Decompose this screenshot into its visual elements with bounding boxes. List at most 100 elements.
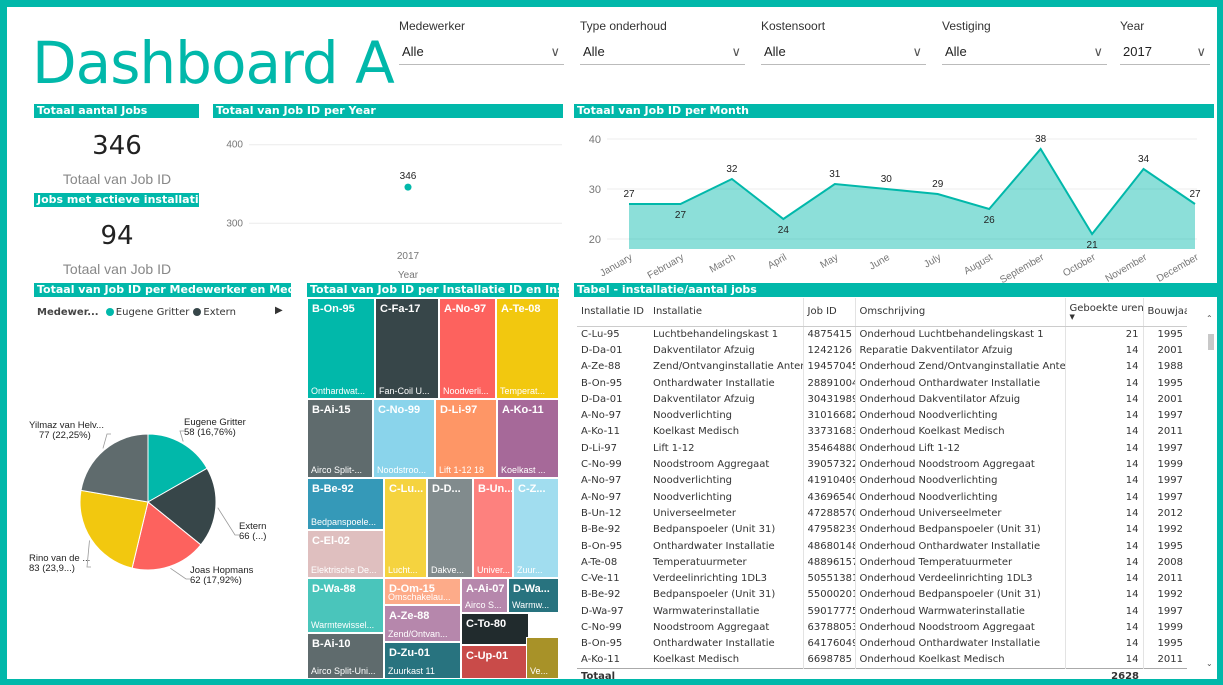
slicer-dropdown-3[interactable]: Alle ∨ (942, 39, 1107, 65)
pie-legend-item-1[interactable]: Extern (193, 307, 236, 318)
treemap-tile-8[interactable]: B-Be-92 Bedpanspoele... (307, 478, 384, 530)
column-header-2[interactable]: Job ID (802, 298, 855, 327)
column-header-3[interactable]: Omschrijving (854, 298, 1065, 327)
treemap-tile-20[interactable]: B-Ai-10 Airco Split-Uni... (307, 633, 384, 679)
column-header-4[interactable]: Geboekte uren ▼ (1064, 298, 1143, 327)
table-row[interactable]: B-On-95 Onthardwater Installatie 64176049 O… (577, 635, 1187, 652)
treemap-tile-3[interactable]: A-Te-08 Temperat... (496, 298, 559, 399)
table-row[interactable]: D-Da-01 Dakventilator Afzuig 1242126 Repara… (577, 342, 1187, 359)
treemap-tile-15[interactable]: A-Ai-07 Airco S... (461, 578, 508, 613)
scrollbar-thumb[interactable] (1208, 334, 1214, 350)
sort-descending-icon[interactable]: ▼ (1070, 314, 1139, 321)
table-row[interactable]: A-No-97 Noodverlichting 43696540 Onderhoud … (577, 488, 1187, 506)
year-chart[interactable]: 400 300 346 2017 Year (207, 119, 567, 281)
pie-legend-label: Extern (203, 307, 236, 318)
treemap-tile-7[interactable]: A-Ko-11 Koelkast ... (497, 399, 559, 478)
column-header-label: Job ID (807, 306, 837, 318)
table-row[interactable]: C-Lu-95 Luchtbehandelingskast 1 4875415 Ond… (577, 326, 1187, 343)
table-row[interactable]: B-Be-92 Bedpanspoeler (Unit 31) 55000201 On… (577, 586, 1187, 604)
treemap-tile-19[interactable]: C-To-80 (461, 613, 529, 645)
card-title-active-installations: Jobs met actieve installatie (34, 193, 199, 207)
treemap-tile-10[interactable]: D-D... Dakve... (427, 478, 473, 578)
treemap-tile-16[interactable]: D-Wa... Warmw... (508, 578, 559, 613)
table-row[interactable]: B-Un-12 Universeelmeter 47288570 Onderhoud … (577, 505, 1187, 522)
slicer-dropdown-1[interactable]: Alle ∨ (580, 39, 745, 65)
treemap-tile-0[interactable]: B-On-95 Onthardwat... (307, 298, 375, 399)
treemap-tile-4[interactable]: B-Ai-15 Airco Split-... (307, 399, 373, 478)
treemap-tile-2[interactable]: A-No-97 Noodverli... (439, 298, 496, 399)
table-row[interactable]: C-No-99 Noodstroom Aggregaat 63788053 Onder… (577, 619, 1187, 636)
table-cell: Onderhoud Dakventilator Afzuig (854, 391, 1065, 408)
treemap-tile-23[interactable]: Ve... (526, 637, 559, 679)
table-cell: Onderhoud Noodstroom Aggregaat (854, 619, 1065, 636)
table-row[interactable]: D-Wa-97 Warmwaterinstallatie 59017775 Onder… (577, 603, 1187, 620)
treemap-tile-13[interactable]: C-El-02 Elektrische De... (307, 530, 384, 578)
year-point[interactable] (404, 183, 412, 191)
treemap-tile-6[interactable]: D-Li-97 Lift 1-12 18 (435, 399, 497, 478)
chevron-down-icon[interactable]: ∨ (731, 39, 741, 65)
month-xtick-5: June (867, 252, 892, 273)
treemap-tile-9[interactable]: C-Lu... Lucht... (384, 478, 427, 578)
month-area[interactable] (629, 149, 1195, 249)
pie-chart[interactable]: Eugene Gritter58 (16,76%)Extern66 (...)J… (27, 397, 297, 597)
treemap-tile-name: Koelkast ... (501, 465, 546, 475)
table-row[interactable]: A-Ko-11 Koelkast Medisch 6698785 Onderhoud … (577, 651, 1187, 669)
slicer-value: 2017 (1123, 44, 1152, 59)
pie-leader-line (170, 567, 190, 580)
slicer-label-2: Kostensoort (761, 19, 826, 33)
slicer-dropdown-2[interactable]: Alle ∨ (761, 39, 926, 65)
table-row[interactable]: B-Be-92 Bedpanspoeler (Unit 31) 47958239 On… (577, 521, 1187, 538)
chevron-down-icon[interactable]: ∨ (550, 39, 560, 65)
treemap-tile-5[interactable]: C-No-99 Noodstroo... (373, 399, 435, 478)
pie-slice-4[interactable] (80, 433, 149, 503)
table-row[interactable]: A-No-97 Noodverlichting 31016682 Onderhoud … (577, 407, 1187, 424)
month-data-label-5: 30 (881, 174, 893, 185)
table-row[interactable]: C-No-99 Noodstroom Aggregaat 39057322 Onder… (577, 456, 1187, 473)
scroll-down-icon[interactable]: ⌄ (1206, 659, 1213, 668)
treemap-tile-1[interactable]: C-Fa-17 Fan-Coil U... (375, 298, 439, 399)
column-header-1[interactable]: Installatie (649, 298, 803, 327)
chevron-down-icon[interactable]: ∨ (1093, 39, 1103, 65)
total-empty-cell (649, 667, 803, 679)
treemap-tile-21[interactable]: D-Zu-01 Zuurkast 11 (384, 642, 461, 679)
table-row[interactable]: D-Li-97 Lift 1-12 35464880 Onderhoud Lift 1… (577, 440, 1187, 457)
table-row[interactable]: C-Ve-11 Verdeelinrichting 1DL3 50551381 Ond… (577, 570, 1187, 587)
slicer-dropdown-4[interactable]: 2017 ∨ (1120, 39, 1210, 65)
treemap-tile-17[interactable]: D-Wa-88 Warmtewissel... (307, 578, 384, 633)
table-row[interactable]: B-On-95 Onthardwater Installatie 48680148 O… (577, 537, 1187, 555)
table-row[interactable]: B-On-95 Onthardwater Installatie 28891004 O… (577, 374, 1187, 392)
table-row[interactable]: A-Ze-88 Zend/Ontvanginstallatie Antenne 19… (577, 358, 1187, 375)
table-cell: Noodverlichting (653, 475, 733, 487)
scroll-up-icon[interactable]: ⌃ (1206, 314, 1213, 323)
chevron-down-icon[interactable]: ∨ (912, 39, 922, 65)
column-header-5[interactable]: Bouwjaar (1142, 298, 1187, 327)
month-chart[interactable]: 40 30 20 27 January 27 February 32 March 24 April 3… (567, 119, 1207, 284)
treemap[interactable]: B-On-95 Onthardwat... C-Fa-17 Fan-Coil U...… (307, 298, 559, 679)
slicer-dropdown-0[interactable]: Alle ∨ (399, 39, 564, 65)
table-cell: 31016682 (802, 407, 855, 424)
table-cell: 2008 (1142, 554, 1187, 571)
total-value: 2628 (1065, 667, 1143, 679)
treemap-tile-11[interactable]: B-Un... Univer... (473, 478, 513, 578)
table-row[interactable]: A-Ko-11 Koelkast Medisch 33731683 Onderhoud… (577, 423, 1187, 441)
table-row[interactable]: D-Da-01 Dakventilator Afzuig 30431989 Onder… (577, 391, 1187, 408)
treemap-tile-id: A-Ko-11 (502, 404, 544, 416)
table-container: Installatie ID Installatie Job ID Omschrijv… (577, 298, 1205, 679)
table-scrollbar[interactable]: ⌃ ⌄ (1205, 314, 1217, 668)
table-row[interactable]: A-No-97 Noodverlichting 41910409 Onderhoud … (577, 472, 1187, 489)
pie-legend-item-0[interactable]: Eugene Gritter (105, 307, 189, 318)
table-cell: 14 (1064, 505, 1143, 522)
treemap-tile-12[interactable]: C-Z... Zuur... (513, 478, 559, 578)
column-header-0[interactable]: Installatie ID (577, 298, 649, 327)
play-icon[interactable]: ▶ (275, 305, 283, 316)
table-cell: Onthardwater Installatie (653, 540, 775, 552)
table-row[interactable]: A-Te-08 Temperatuurmeter 48896157 Onderhoud… (577, 554, 1187, 571)
table-cell: 48680148 (802, 537, 855, 555)
treemap-tile-14[interactable]: D-Om-15 Omschakelau... (384, 578, 461, 605)
treemap-tile-22[interactable]: C-Up-01 (461, 645, 529, 679)
chevron-down-icon[interactable]: ∨ (1196, 39, 1206, 65)
pie-leader-line (217, 507, 239, 536)
treemap-tile-name: Bedpanspoele... (311, 517, 377, 527)
treemap-tile-18[interactable]: A-Ze-88 Zend/Ontvan... (384, 605, 461, 642)
table-cell: A-Ze-88 (581, 361, 621, 373)
